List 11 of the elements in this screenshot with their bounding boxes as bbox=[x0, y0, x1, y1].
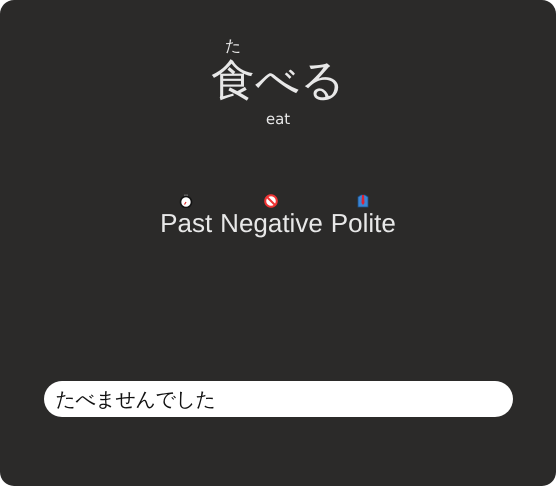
form-label: Past bbox=[160, 208, 212, 240]
stopwatch-icon bbox=[179, 194, 194, 208]
prohibited-icon bbox=[264, 194, 278, 208]
form-label: Polite bbox=[330, 208, 396, 240]
word-kanji: 食 bbox=[211, 55, 255, 108]
form-label: Negative bbox=[220, 208, 323, 240]
furigana-reading: た bbox=[225, 36, 241, 56]
answer-field[interactable]: たべませんでした bbox=[44, 381, 512, 418]
shirt-tie-icon bbox=[356, 194, 370, 208]
meaning-text: eat bbox=[266, 110, 290, 128]
word-kana: べる bbox=[255, 55, 345, 108]
